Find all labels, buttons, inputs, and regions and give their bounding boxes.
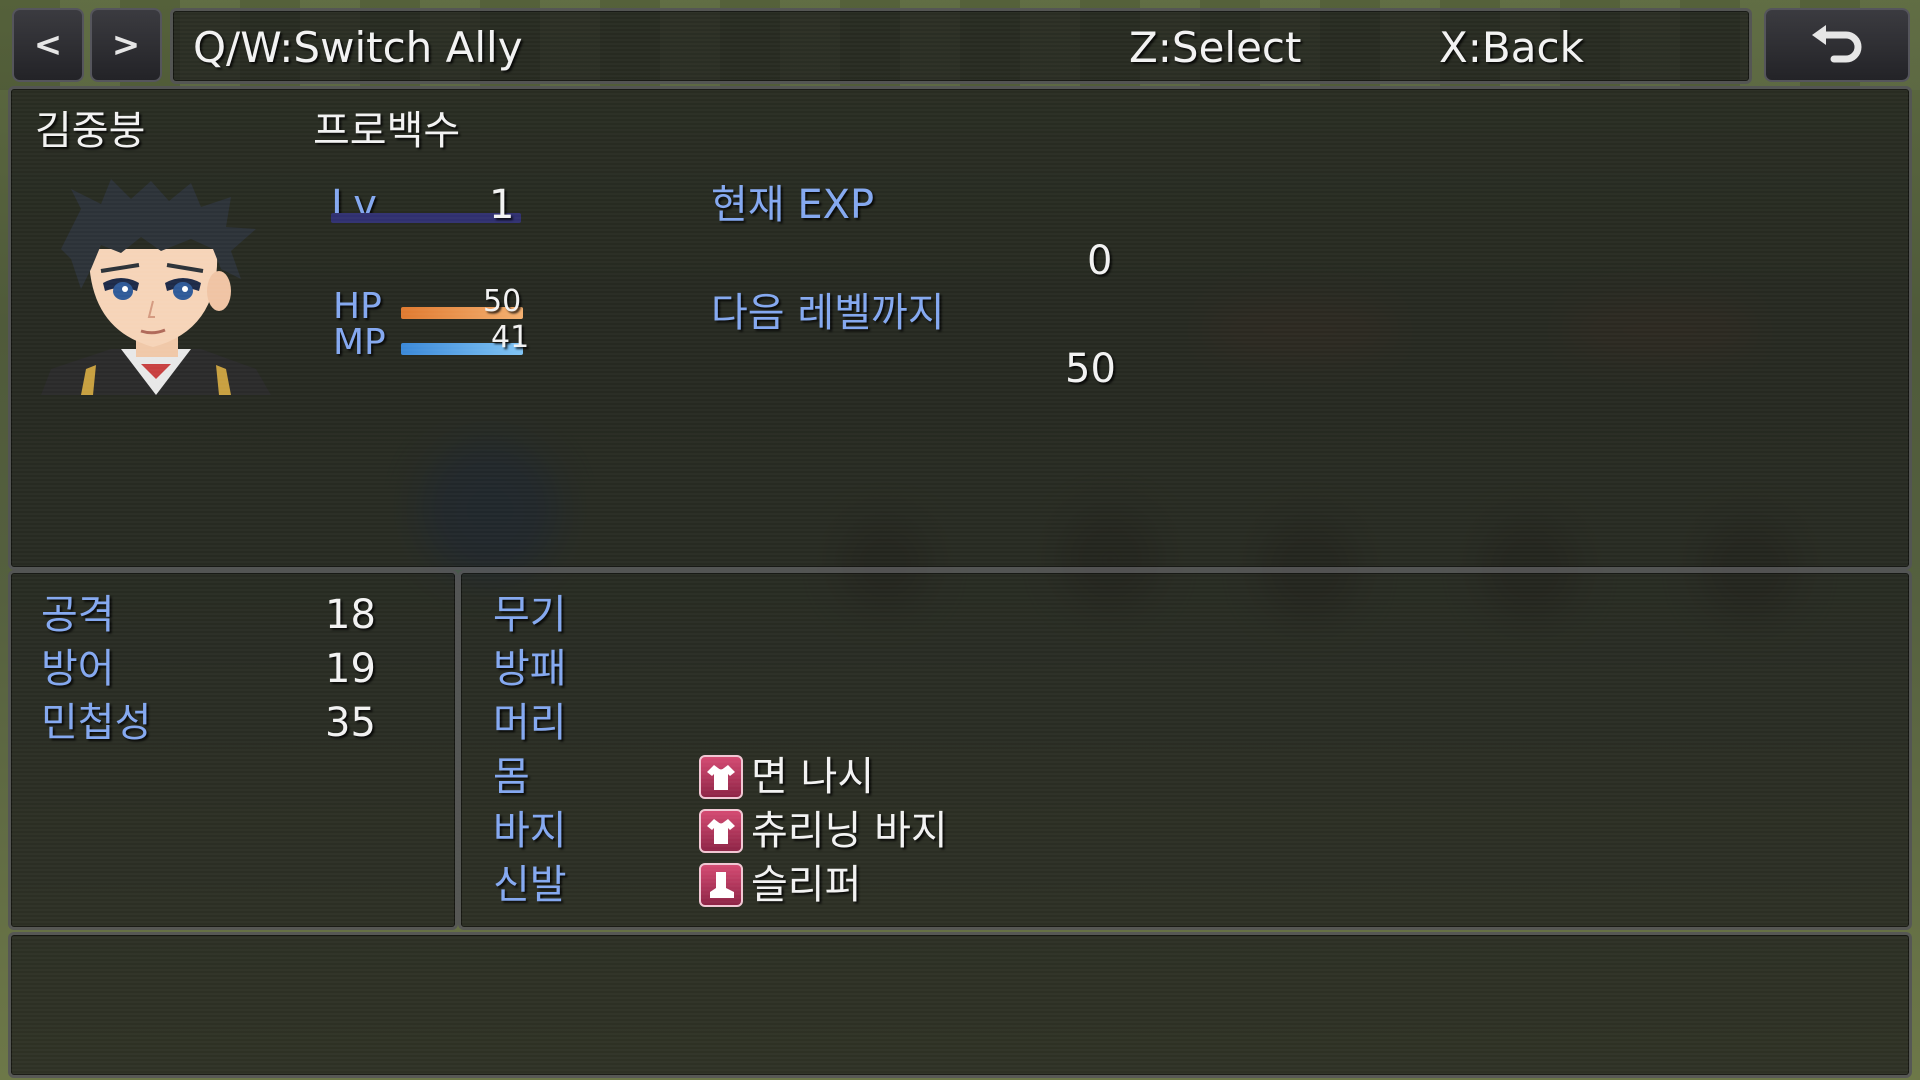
equip-item-shoes[interactable]: 슬리퍼 [751,865,861,905]
exp-current-value: 0 [1087,238,1113,284]
param-agility-value: 35 [325,700,376,746]
mp-label: MP [333,322,386,363]
params-panel: 공격 18 방어 19 민첩성 35 [8,570,458,930]
actor-name: 김중붕 [35,108,146,154]
help-back: X:Back [1439,23,1584,72]
help-bar: Q/W:Switch Ally Z:Select X:Back [170,8,1752,84]
hp-label: HP [333,286,382,327]
equip-item-body[interactable]: 면 나시 [751,757,874,797]
equip-item-pants[interactable]: 츄리닝 바지 [751,811,948,851]
shirt-icon [699,755,743,799]
mp-value: 41 [491,320,530,355]
prev-actor-button[interactable]: < [12,8,84,82]
equip-slot-head[interactable]: 머리 [493,703,567,743]
equip-slot-body[interactable]: 몸 [493,757,530,797]
back-button[interactable] [1764,8,1910,82]
chevron-left-icon: < [33,25,63,65]
param-agility-label: 민첩성 [41,700,152,746]
equip-slot-shield[interactable]: 방패 [493,649,567,689]
undo-arrow-icon [1812,25,1862,63]
equip-slot-pants[interactable]: 바지 [493,811,567,851]
exp-next-label: 다음 레벨까지 [711,290,945,336]
help-switch-ally: Q/W:Switch Ally [193,23,523,72]
actor-class: 프로백수 [313,108,461,154]
param-defense-value: 19 [325,646,376,692]
next-actor-button[interactable]: > [90,8,162,82]
param-attack-label: 공격 [41,592,115,638]
chevron-right-icon: > [111,25,141,65]
param-attack-value: 18 [325,592,376,638]
param-defense-label: 방어 [41,646,115,692]
actor-face-portrait [41,179,271,395]
equip-slot-weapon[interactable]: 무기 [493,595,567,635]
boot-icon [699,863,743,907]
item-list-panel[interactable] [8,932,1912,1078]
help-select: Z:Select [1129,23,1302,72]
exp-next-value: 50 [1065,346,1116,392]
equip-slot-shoes[interactable]: 신발 [493,865,567,905]
shirt-icon [699,809,743,853]
level-value: 1 [489,182,515,228]
status-panel: 김중붕 프로백수 Lv 1 HP 50 MP 41 현재 EXP 0 다음 레벨… [8,86,1912,570]
hp-value: 50 [483,284,522,319]
exp-current-label: 현재 EXP [711,182,875,228]
equip-panel[interactable]: 무기 방패 머리 몸 면 나시 바지 츄리닝 바지 신발 슬리퍼 [458,570,1912,930]
